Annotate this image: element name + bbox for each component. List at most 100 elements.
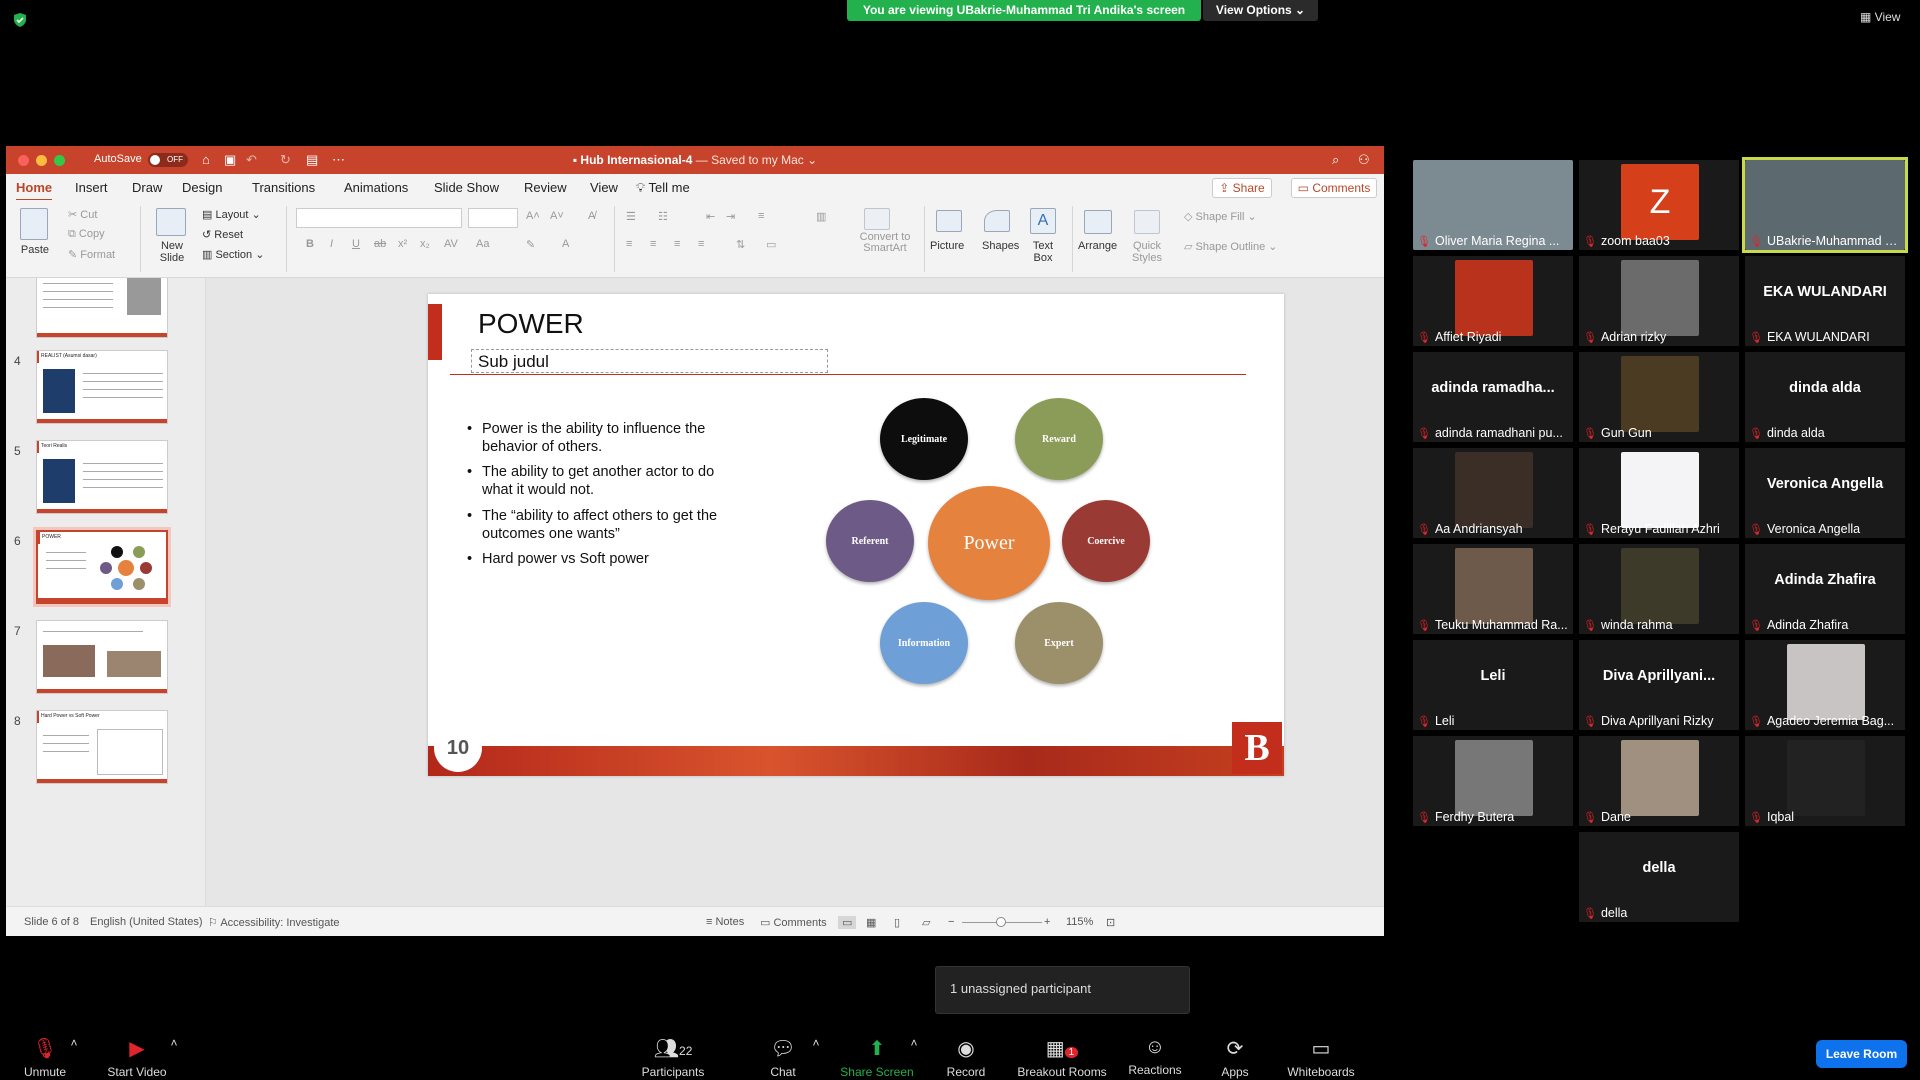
- subtitle-textbox[interactable]: Sub judul: [471, 349, 828, 373]
- italic-icon[interactable]: I: [330, 238, 333, 250]
- slide-thumbnail-selected[interactable]: POWER: [33, 527, 171, 607]
- new-slide-icon[interactable]: [156, 208, 186, 236]
- tab-home[interactable]: Home: [16, 180, 53, 201]
- accessibility-checker[interactable]: ⚐ Accessibility: Investigate: [208, 916, 340, 929]
- tab-design[interactable]: Design: [182, 180, 222, 195]
- numbering-icon[interactable]: ☷: [658, 210, 668, 223]
- participant-tile[interactable]: 🎙︎ Aa Andriansyah: [1413, 448, 1573, 538]
- apps-button[interactable]: ⟳ Apps: [1190, 1036, 1280, 1079]
- audio-options-chevron[interactable]: ˄: [64, 1036, 84, 1050]
- text-box-icon[interactable]: A: [1030, 208, 1056, 234]
- clear-format-icon[interactable]: A̸: [588, 210, 595, 222]
- cut-button[interactable]: ✂ Cut: [68, 208, 97, 221]
- slide-sorter-icon[interactable]: ▦: [866, 916, 876, 929]
- legitimate-circle[interactable]: Legitimate: [880, 398, 968, 480]
- tab-transitions[interactable]: Transitions: [252, 180, 315, 195]
- share-button[interactable]: ⇪ Share: [1212, 178, 1272, 198]
- copy-button[interactable]: ⧉ Copy: [68, 228, 105, 241]
- participant-tile[interactable]: 🎙︎ Adrian rizky: [1579, 256, 1739, 346]
- view-layout-button[interactable]: ▦ View: [1860, 10, 1900, 24]
- align-left-icon[interactable]: ≡: [626, 238, 632, 250]
- zoom-out-icon[interactable]: −: [948, 916, 954, 928]
- slide-thumbnail[interactable]: REALIST (Asumsi dasar): [36, 350, 168, 424]
- strikethrough-icon[interactable]: ab: [374, 238, 386, 250]
- font-size-select[interactable]: [468, 208, 518, 228]
- arrange-label[interactable]: Arrange: [1078, 240, 1117, 252]
- convert-smartart-label[interactable]: Convert to SmartArt: [854, 232, 916, 254]
- columns-icon[interactable]: ▥: [816, 210, 826, 223]
- subscript-icon[interactable]: x₂: [420, 238, 430, 250]
- participant-tile[interactable]: 🎙︎ Affiet Riyadi: [1413, 256, 1573, 346]
- text-box-label[interactable]: Text Box: [1026, 240, 1060, 264]
- line-spacing-icon[interactable]: ≡: [758, 210, 764, 222]
- text-direction-icon[interactable]: ⇅: [736, 238, 745, 251]
- slide-thumbnail[interactable]: Teori Realis: [36, 440, 168, 514]
- bullets-icon[interactable]: ☰: [626, 210, 636, 223]
- participant-tile[interactable]: 🎙︎ Teuku Muhammad Ra...: [1413, 544, 1573, 634]
- participant-tile[interactable]: 🎙︎ Iqbal: [1745, 736, 1905, 826]
- tab-slide-show[interactable]: Slide Show: [434, 180, 499, 195]
- participants-button[interactable]: 👥︎22 Participants: [628, 1036, 718, 1079]
- new-slide-label[interactable]: New Slide: [152, 240, 192, 264]
- participant-tile[interactable]: 🎙︎ Ferdhy Butera: [1413, 736, 1573, 826]
- normal-view-icon[interactable]: ▭: [838, 916, 857, 929]
- tab-draw[interactable]: Draw: [132, 180, 162, 195]
- participant-tile[interactable]: 🎙︎ Gun Gun: [1579, 352, 1739, 442]
- participant-tile[interactable]: Z 🎙︎ zoom baa03: [1579, 160, 1739, 250]
- bullet-item[interactable]: Hard power vs Soft power: [467, 550, 722, 568]
- increase-indent-icon[interactable]: ⇥: [726, 210, 735, 223]
- unassigned-participant-popup[interactable]: 1 unassigned participant: [935, 966, 1190, 1014]
- coercive-circle[interactable]: Coercive: [1062, 500, 1150, 582]
- fit-slide-icon[interactable]: ⊡: [1106, 916, 1115, 929]
- format-painter-button[interactable]: ✎ Format: [68, 248, 115, 261]
- align-text-icon[interactable]: ▭: [766, 238, 776, 251]
- quick-styles-label[interactable]: Quick Styles: [1130, 240, 1164, 264]
- section-button[interactable]: ▥ Section ⌄: [202, 248, 264, 261]
- picture-label[interactable]: Picture: [930, 240, 964, 252]
- tell-me-search[interactable]: 💡︎ Tell me: [636, 180, 690, 196]
- save-status[interactable]: — Saved to my Mac ⌄: [692, 153, 817, 167]
- share-people-icon[interactable]: ⚇: [1358, 152, 1370, 168]
- chat-options-chevron[interactable]: ˄: [806, 1036, 826, 1050]
- decrease-font-icon[interactable]: A˅: [550, 210, 564, 222]
- smartart-icon[interactable]: [864, 208, 890, 230]
- char-spacing-icon[interactable]: AV: [444, 238, 458, 250]
- participant-tile[interactable]: 🎙︎ Rerayu Fadillah Azhri: [1579, 448, 1739, 538]
- shapes-label[interactable]: Shapes: [982, 240, 1019, 252]
- change-case-icon[interactable]: Aa: [476, 238, 489, 250]
- superscript-icon[interactable]: x²: [398, 238, 407, 250]
- layout-button[interactable]: ▤ Layout ⌄: [202, 208, 261, 221]
- font-color-icon[interactable]: A: [562, 238, 569, 250]
- increase-font-icon[interactable]: A˄: [526, 210, 540, 222]
- paste-icon[interactable]: [20, 208, 48, 240]
- participant-tile[interactable]: 🎙︎ UBakrie-Muhammad Tri...: [1742, 157, 1908, 253]
- slide-editing-canvas[interactable]: POWER Sub judul Power is the ability to …: [206, 278, 1384, 906]
- participant-tile[interactable]: 🎙︎ Agadeo Jeremia Bag...: [1745, 640, 1905, 730]
- bullet-item[interactable]: The “ability to affect others to get the…: [467, 507, 722, 543]
- quick-styles-icon[interactable]: [1134, 210, 1160, 234]
- slideshow-view-icon[interactable]: ▱: [922, 916, 930, 929]
- slide-title[interactable]: POWER: [478, 308, 584, 340]
- comments-button[interactable]: ▭ Comments: [1291, 178, 1377, 198]
- highlight-icon[interactable]: ✎: [526, 238, 535, 251]
- expert-circle[interactable]: Expert: [1015, 602, 1103, 684]
- paste-label[interactable]: Paste: [20, 244, 50, 256]
- slide-thumbnail[interactable]: [36, 620, 168, 694]
- record-button[interactable]: ◉ Record: [921, 1036, 1011, 1079]
- participant-tile[interactable]: EKA WULANDARI 🎙︎ EKA WULANDARI: [1745, 256, 1905, 346]
- align-right-icon[interactable]: ≡: [674, 238, 680, 250]
- slide-thumbnail[interactable]: Hard Power vs Soft Power: [36, 710, 168, 784]
- participant-tile[interactable]: della 🎙︎ della: [1579, 832, 1739, 922]
- participant-tile[interactable]: dinda alda 🎙︎ dinda alda: [1745, 352, 1905, 442]
- participant-tile[interactable]: 🎙︎ winda rahma: [1579, 544, 1739, 634]
- video-options-chevron[interactable]: ˄: [164, 1036, 184, 1050]
- security-shield-icon[interactable]: [12, 12, 28, 28]
- shape-outline-button[interactable]: ▱ Shape Outline ⌄: [1184, 240, 1278, 253]
- participant-tile[interactable]: Adinda Zhafira 🎙︎ Adinda Zhafira: [1745, 544, 1905, 634]
- participant-tile[interactable]: adinda ramadha... 🎙︎ adinda ramadhani pu..…: [1413, 352, 1573, 442]
- align-center-icon[interactable]: ≡: [650, 238, 656, 250]
- whiteboards-button[interactable]: ▭ Whiteboards: [1276, 1036, 1366, 1079]
- information-circle[interactable]: Information: [880, 602, 968, 684]
- participant-tile[interactable]: Leli 🎙︎ Leli: [1413, 640, 1573, 730]
- reward-circle[interactable]: Reward: [1015, 398, 1103, 480]
